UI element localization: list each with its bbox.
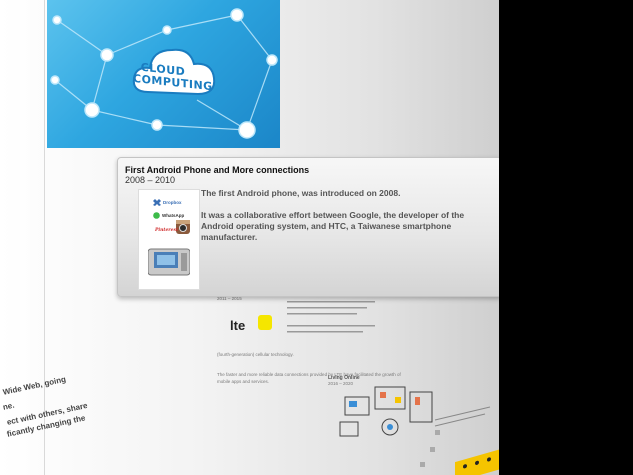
lte-caption-1: (fourth-generation) cellular technology. [217,352,294,357]
popup-body-intro: The first Android phone, was introduced … [201,188,401,198]
right-black-margin [499,0,633,475]
popup-years: 2008 – 2010 [125,175,176,185]
lte-logo: lte [230,318,246,333]
whatsapp-icon [153,212,160,219]
popup-title: First Android Phone and More connections [125,165,310,175]
page-edge-divider [44,0,45,475]
pinterest-label: Pinterest [155,228,179,233]
timeline-viewport: CLOUD COMPUTING Wide Web, going ne. ect … [0,0,633,475]
popup-thumbnail: Dropbox WhatsApp Pinterest [138,189,200,290]
snapchat-icon [258,315,272,330]
dropbox-icon [153,199,161,206]
text-block-lines [287,295,375,333]
android-phone-image [148,248,190,276]
timeline-popup[interactable]: First Android Phone and More connections… [117,157,502,297]
whatsapp-label: WhatsApp [162,213,185,218]
lte-caption-3: mobile apps and services. [217,379,270,384]
dropbox-label: Dropbox [163,200,182,205]
popup-body-detail: It was a collaborative effort between Go… [201,210,465,242]
